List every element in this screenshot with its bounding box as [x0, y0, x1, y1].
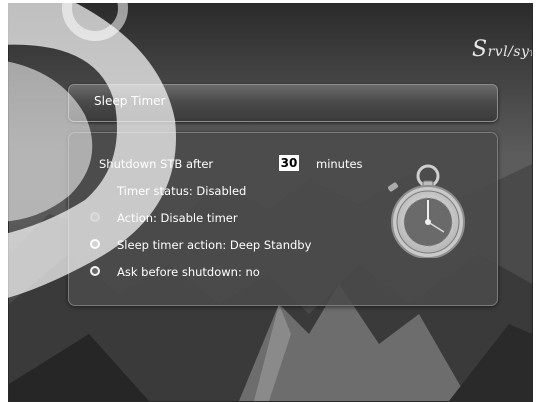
shutdown-unit: minutes	[316, 157, 363, 171]
radio-action[interactable]	[90, 212, 100, 222]
radio-sleep-action[interactable]	[90, 239, 100, 249]
option-sleep-action-label: Sleep timer action: Deep Standby	[117, 238, 312, 252]
option-action-label: Action: Disable timer	[117, 211, 238, 225]
page-title: Sleep Timer	[94, 94, 166, 108]
title-bar: Sleep Timer	[68, 84, 498, 122]
brand-logo: Srvl/syTV	[472, 37, 532, 62]
option-ask-before-label: Ask before shutdown: no	[117, 265, 260, 279]
radio-ask-before[interactable]	[90, 266, 100, 276]
shutdown-minutes-input[interactable]: 30	[279, 155, 299, 171]
stopwatch-icon	[387, 164, 465, 258]
shutdown-label: Shutdown STB after	[99, 157, 214, 171]
timer-status: Timer status: Disabled	[117, 184, 247, 198]
